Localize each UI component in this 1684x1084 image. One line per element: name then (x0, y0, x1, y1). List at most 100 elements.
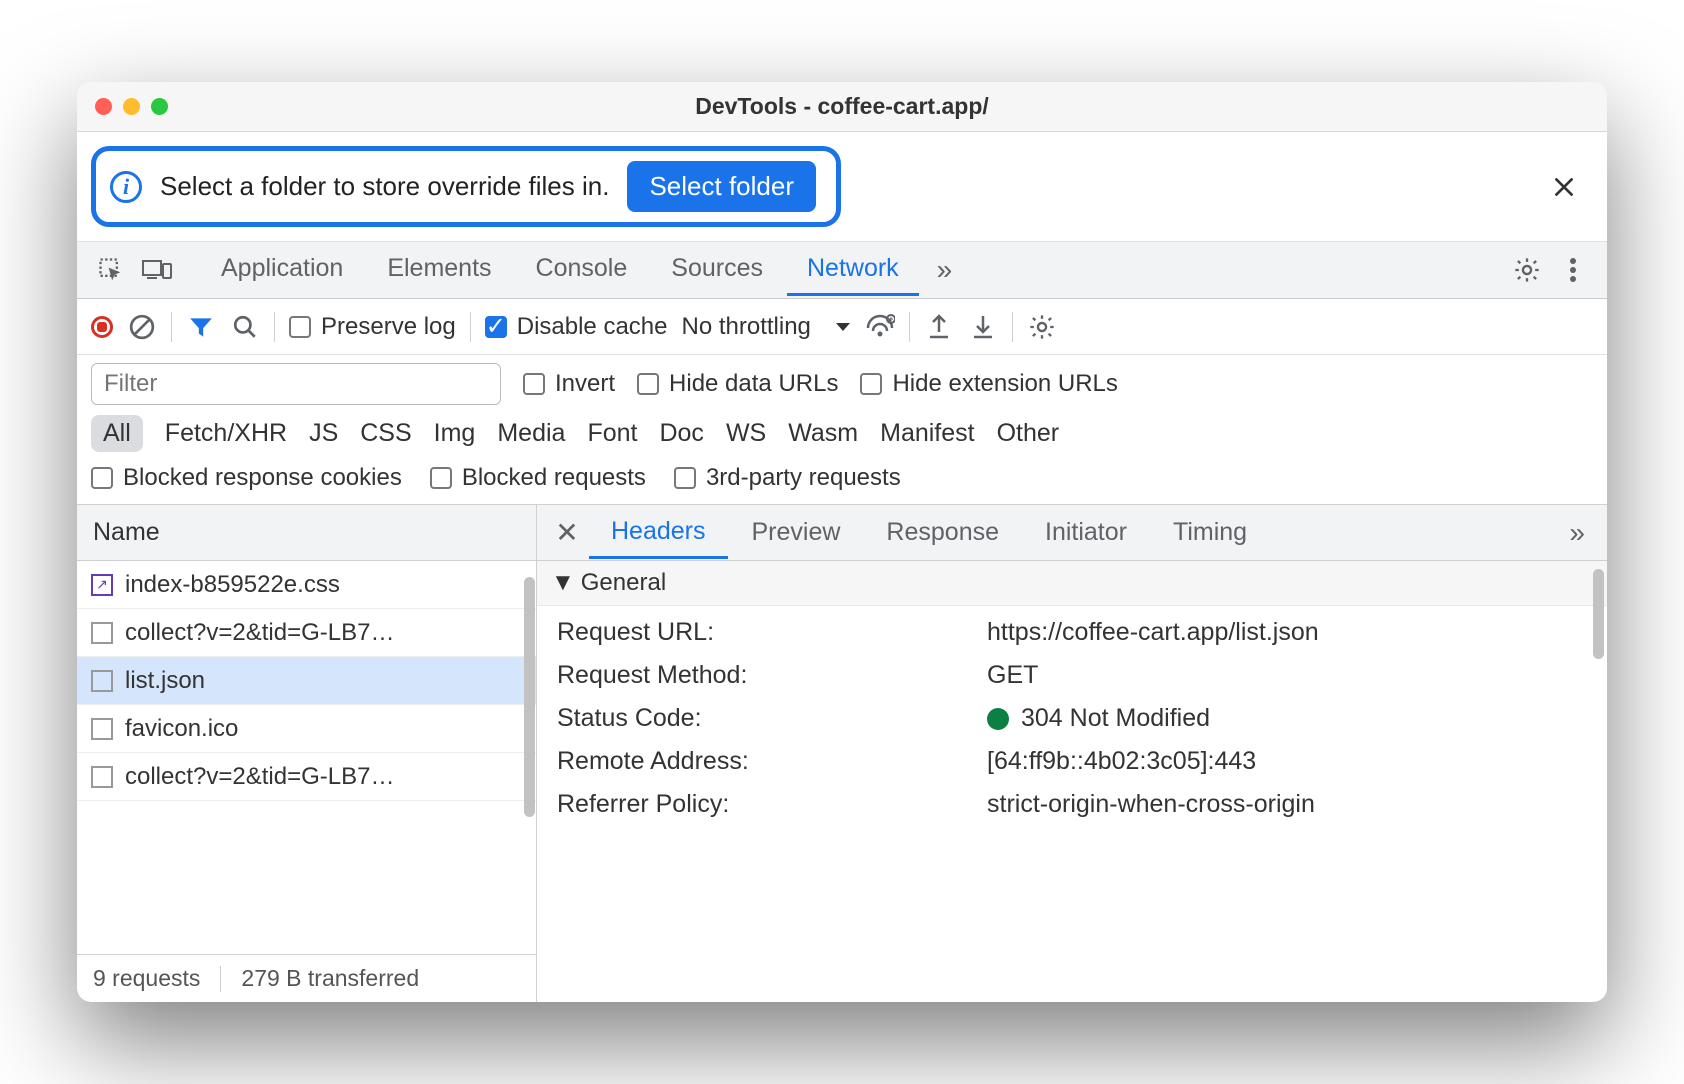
doc-file-icon (91, 766, 113, 788)
general-label: General (581, 569, 666, 597)
titlebar: DevTools - coffee-cart.app/ (77, 82, 1607, 132)
tab-response[interactable]: Response (864, 508, 1021, 557)
throttling-select[interactable]: No throttling (681, 313, 850, 341)
close-detail-icon[interactable]: ✕ (547, 516, 587, 549)
type-img[interactable]: Img (434, 419, 476, 448)
general-section-header[interactable]: ▼ General (537, 561, 1607, 606)
invert-label: Invert (555, 370, 615, 398)
network-settings-icon[interactable] (1027, 312, 1057, 342)
doc-file-icon (91, 718, 113, 740)
request-row[interactable]: collect?v=2&tid=G-LB7… (77, 609, 536, 657)
type-js[interactable]: JS (309, 419, 338, 448)
request-row[interactable]: ↗ index-b859522e.css (77, 561, 536, 609)
settings-icon[interactable] (1507, 250, 1547, 290)
invert-checkbox[interactable]: Invert (523, 370, 615, 398)
export-har-icon[interactable] (924, 312, 954, 342)
record-button[interactable] (91, 316, 113, 338)
type-ws[interactable]: WS (726, 419, 766, 448)
disable-cache-checkbox[interactable]: ✓ Disable cache (485, 313, 668, 341)
transferred-size: 279 B transferred (241, 965, 419, 992)
devtools-window: DevTools - coffee-cart.app/ i Select a f… (77, 82, 1607, 1002)
type-fetch-xhr[interactable]: Fetch/XHR (165, 419, 287, 448)
tab-headers[interactable]: Headers (589, 507, 728, 559)
main-split: Name ↗ index-b859522e.css collect?v=2&ti… (77, 505, 1607, 1002)
blocked-requests-label: Blocked requests (462, 464, 646, 492)
referrer-policy-value: strict-origin-when-cross-origin (987, 790, 1587, 819)
kebab-menu-icon[interactable] (1553, 250, 1593, 290)
inspect-element-icon[interactable] (91, 250, 131, 290)
type-font[interactable]: Font (587, 419, 637, 448)
tab-preview[interactable]: Preview (730, 508, 863, 557)
request-list-pane: Name ↗ index-b859522e.css collect?v=2&ti… (77, 505, 537, 1002)
type-doc[interactable]: Doc (659, 419, 703, 448)
request-list-header[interactable]: Name (77, 505, 536, 561)
request-url-value: https://coffee-cart.app/list.json (987, 618, 1587, 647)
scrollbar-thumb[interactable] (524, 577, 535, 817)
hide-ext-urls-checkbox[interactable]: Hide extension URLs (860, 370, 1117, 398)
window-title: DevTools - coffee-cart.app/ (77, 93, 1607, 120)
scrollbar-thumb[interactable] (1593, 569, 1604, 659)
doc-file-icon (91, 622, 113, 644)
status-code-text: 304 Not Modified (1021, 704, 1210, 733)
disable-cache-label: Disable cache (517, 313, 668, 341)
type-manifest[interactable]: Manifest (880, 419, 974, 448)
search-icon[interactable] (230, 312, 260, 342)
preserve-log-checkbox[interactable]: Preserve log (289, 313, 456, 341)
tab-console[interactable]: Console (516, 244, 648, 296)
more-detail-tabs-icon[interactable]: » (1557, 511, 1597, 555)
tab-sources[interactable]: Sources (651, 244, 783, 296)
request-name: favicon.ico (125, 715, 238, 743)
network-toolbar: Preserve log ✓ Disable cache No throttli… (77, 299, 1607, 355)
request-name: collect?v=2&tid=G-LB7… (125, 619, 394, 647)
css-file-icon: ↗ (91, 574, 113, 596)
third-party-label: 3rd-party requests (706, 464, 901, 492)
remote-address-value: [64:ff9b::4b02:3c05]:443 (987, 747, 1587, 776)
referrer-policy-key: Referrer Policy: (557, 790, 987, 819)
blocked-requests-checkbox[interactable]: Blocked requests (430, 464, 646, 492)
status-code-key: Status Code: (557, 704, 987, 733)
select-folder-button[interactable]: Select folder (627, 161, 816, 212)
filter-input[interactable] (91, 363, 501, 405)
device-toolbar-icon[interactable] (137, 250, 177, 290)
network-conditions-icon[interactable] (865, 312, 895, 342)
tab-initiator[interactable]: Initiator (1023, 508, 1149, 557)
type-other[interactable]: Other (997, 419, 1060, 448)
request-method-value: GET (987, 661, 1587, 690)
request-count: 9 requests (93, 965, 200, 992)
request-url-key: Request URL: (557, 618, 987, 647)
throttling-value: No throttling (681, 313, 810, 341)
request-row[interactable]: list.json (77, 657, 536, 705)
override-infobar: i Select a folder to store override file… (91, 146, 841, 227)
tab-elements[interactable]: Elements (367, 244, 511, 296)
disclosure-triangle-icon: ▼ (551, 569, 575, 597)
close-infobar-icon[interactable] (1545, 168, 1583, 206)
filter-toggle-icon[interactable] (186, 312, 216, 342)
tab-network[interactable]: Network (787, 244, 919, 296)
hide-ext-urls-label: Hide extension URLs (892, 370, 1117, 398)
doc-file-icon (91, 670, 113, 692)
infobar-wrap: i Select a folder to store override file… (77, 132, 1607, 241)
request-list: ↗ index-b859522e.css collect?v=2&tid=G-L… (77, 561, 536, 954)
hide-data-urls-checkbox[interactable]: Hide data URLs (637, 370, 838, 398)
blocked-cookies-checkbox[interactable]: Blocked response cookies (91, 464, 402, 492)
request-row[interactable]: favicon.ico (77, 705, 536, 753)
type-media[interactable]: Media (497, 419, 565, 448)
third-party-checkbox[interactable]: 3rd-party requests (674, 464, 901, 492)
type-all[interactable]: All (91, 415, 143, 452)
tab-application[interactable]: Application (201, 244, 363, 296)
clear-icon[interactable] (127, 312, 157, 342)
import-har-icon[interactable] (968, 312, 998, 342)
request-list-footer: 9 requests 279 B transferred (77, 954, 536, 1002)
resource-type-row: All Fetch/XHR JS CSS Img Media Font Doc … (77, 409, 1607, 458)
request-row[interactable]: collect?v=2&tid=G-LB7… (77, 753, 536, 801)
type-css[interactable]: CSS (360, 419, 411, 448)
hide-data-urls-label: Hide data URLs (669, 370, 838, 398)
type-wasm[interactable]: Wasm (788, 419, 858, 448)
tab-timing[interactable]: Timing (1151, 508, 1269, 557)
infobar-text: Select a folder to store override files … (160, 171, 609, 202)
more-tabs-icon[interactable]: » (925, 248, 965, 292)
request-name: index-b859522e.css (125, 571, 340, 599)
request-name: list.json (125, 667, 205, 695)
request-method-key: Request Method: (557, 661, 987, 690)
preserve-log-label: Preserve log (321, 313, 456, 341)
